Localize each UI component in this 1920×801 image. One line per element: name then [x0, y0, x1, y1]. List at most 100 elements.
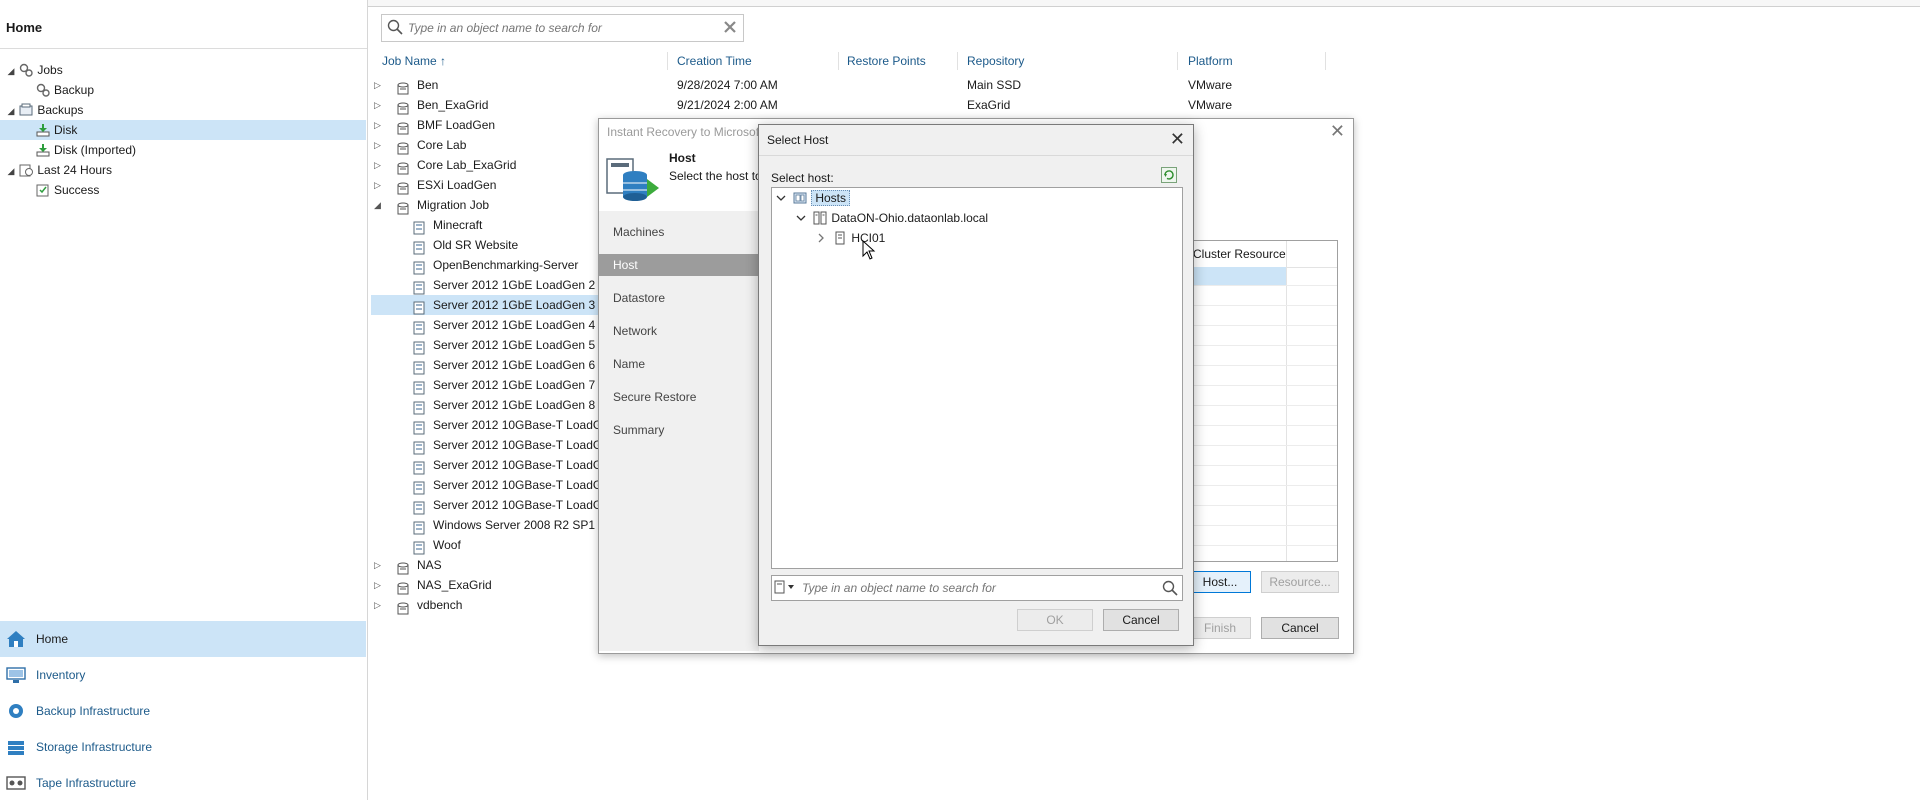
search-icon[interactable]: [1162, 580, 1178, 596]
column-header-creation-time[interactable]: Creation Time: [677, 54, 752, 70]
vm-name: Windows Server 2008 R2 SP1: [433, 518, 596, 532]
nav-label: Inventory: [36, 668, 86, 682]
vm-icon: [413, 481, 425, 495]
expand-toggle-icon[interactable]: ◢: [6, 61, 16, 81]
expand-toggle-icon[interactable]: ▷: [374, 595, 381, 615]
sidebar-tree-item[interactable]: Backup: [36, 80, 94, 100]
finish-button[interactable]: Finish: [1189, 617, 1251, 639]
wizard-title: Instant Recovery to Microsof: [607, 125, 760, 139]
job-icon: [397, 602, 409, 615]
step-host[interactable]: Host: [599, 254, 759, 276]
sidebar-tree-item[interactable]: ◢ Jobs: [6, 60, 63, 80]
close-icon[interactable]: ✕: [1330, 121, 1345, 142]
vm-icon: [413, 281, 425, 295]
step-network[interactable]: Network: [599, 320, 759, 342]
wizard-step-description: Select the host to: [669, 169, 762, 183]
job-icon: [397, 202, 409, 215]
sidebar-tree-label: Disk: [54, 123, 78, 137]
search-icon: [387, 19, 403, 35]
gears-icon: [20, 63, 34, 77]
expand-toggle-icon[interactable]: ◢: [6, 161, 16, 181]
sidebar-tree-item[interactable]: Success: [36, 180, 99, 200]
sidebar-tree-item[interactable]: Disk (Imported): [36, 140, 136, 160]
expand-toggle-icon[interactable]: ▷: [374, 115, 381, 135]
table-row-selected[interactable]: [1187, 267, 1286, 285]
vm-name: Server 2012 1GbE LoadGen 7: [433, 378, 596, 392]
row-line: [1187, 365, 1337, 366]
expand-toggle-icon[interactable]: ◢: [6, 101, 16, 121]
expand-toggle-icon[interactable]: ◢: [374, 195, 381, 215]
pane-header: Home: [6, 20, 43, 35]
chevron-down-icon[interactable]: [776, 193, 786, 203]
host-search-box[interactable]: [771, 575, 1183, 601]
expand-toggle-icon[interactable]: ▷: [374, 175, 381, 195]
job-row[interactable]: ▷ Ben_ExaGrid 9/21/2024 2:00 AM ExaGrid VMwa…: [371, 95, 1325, 115]
vm-name: Server 2012 10GBase-T LoadGe: [433, 458, 609, 472]
step-secure-restore[interactable]: Secure Restore: [599, 386, 759, 408]
step-name[interactable]: Name: [599, 353, 759, 375]
wizard-steps-panel: Machines Host Datastore Network Name Sec…: [599, 211, 759, 651]
expand-toggle-icon[interactable]: ▷: [374, 95, 381, 115]
nav-inventory[interactable]: Inventory: [0, 657, 366, 693]
chevron-down-icon[interactable]: [796, 213, 806, 223]
disk-download-icon: [36, 144, 50, 157]
ok-button[interactable]: OK: [1017, 609, 1093, 631]
column-divider: [667, 52, 668, 70]
resource-button[interactable]: Resource...: [1261, 571, 1339, 593]
sidebar-tree-item[interactable]: ◢ Last 24 Hours: [6, 160, 113, 181]
expand-toggle-icon[interactable]: ▷: [374, 155, 381, 175]
nav-home[interactable]: Home: [0, 621, 366, 657]
sidebar-tree-item[interactable]: ◢ Backups: [6, 100, 84, 121]
row-line: [1187, 485, 1337, 486]
column-header-restore-points[interactable]: Restore Points: [847, 54, 926, 70]
expand-toggle-icon[interactable]: ▷: [374, 575, 381, 595]
vm-name: Old SR Website: [433, 238, 519, 252]
cluster-icon: [813, 211, 827, 225]
inventory-icon: [6, 667, 26, 683]
tree-label-hosts: Hosts: [811, 190, 851, 206]
cancel-button[interactable]: Cancel: [1103, 609, 1179, 631]
vm-icon: [413, 361, 425, 375]
job-name: Core Lab_ExaGrid: [417, 158, 517, 172]
creation-time: 9/21/2024 2:00 AM: [677, 98, 778, 112]
nav-backup-infrastructure[interactable]: Backup Infrastructure: [0, 693, 366, 729]
refresh-icon[interactable]: [1161, 167, 1177, 183]
tree-node-hosts[interactable]: Hosts: [776, 188, 851, 208]
filter-dropdown-icon[interactable]: [774, 580, 796, 594]
vm-name: Woof: [433, 538, 461, 552]
tree-node-cluster[interactable]: DataON-Ohio.dataonlab.local: [796, 208, 988, 228]
expand-toggle-icon[interactable]: ▷: [374, 555, 381, 575]
step-machines[interactable]: Machines: [599, 221, 759, 243]
vm-icon: [413, 441, 425, 455]
vm-icon: [413, 421, 425, 435]
vm-icon: [413, 501, 425, 515]
nav-storage-infrastructure[interactable]: Storage Infrastructure: [0, 729, 366, 765]
sidebar-tree-item[interactable]: Disk: [0, 120, 366, 140]
expand-toggle-icon[interactable]: ▷: [374, 75, 381, 95]
vm-name: Server 2012 10GBase-T LoadGe: [433, 438, 609, 452]
nav-tape-infrastructure[interactable]: Tape Infrastructure: [0, 765, 366, 801]
object-search-box[interactable]: [381, 14, 744, 42]
step-summary[interactable]: Summary: [599, 419, 759, 441]
vm-name: Server 2012 10GBase-T LoadGe: [433, 498, 609, 512]
column-header-platform[interactable]: Platform: [1188, 54, 1233, 70]
step-datastore[interactable]: Datastore: [599, 287, 759, 309]
host-search-input[interactable]: [800, 579, 1144, 597]
column-header-job-name[interactable]: Job Name ↑: [382, 54, 446, 70]
job-name: vdbench: [417, 598, 463, 612]
column-header-repository[interactable]: Repository: [967, 54, 1024, 70]
vm-row[interactable]: Server 2012 1GbE LoadGen 3: [371, 295, 599, 315]
job-name: ESXi LoadGen: [417, 178, 497, 192]
job-icon: [397, 142, 409, 155]
cancel-button[interactable]: Cancel: [1261, 617, 1339, 639]
clear-search-icon[interactable]: [723, 20, 737, 34]
job-name: Core Lab: [417, 138, 467, 152]
search-input[interactable]: [406, 18, 710, 38]
chevron-right-icon[interactable]: [816, 233, 826, 243]
column-header-cluster-resource[interactable]: Cluster Resource: [1193, 247, 1286, 261]
close-icon[interactable]: ✕: [1170, 129, 1185, 150]
host-button[interactable]: Host...: [1189, 571, 1251, 593]
expand-toggle-icon[interactable]: ▷: [374, 135, 381, 155]
vm-name: Server 2012 10GBase-T LoadGe: [433, 478, 609, 492]
job-row[interactable]: ▷ Ben 9/28/2024 7:00 AM Main SSD VMware: [371, 75, 1325, 95]
